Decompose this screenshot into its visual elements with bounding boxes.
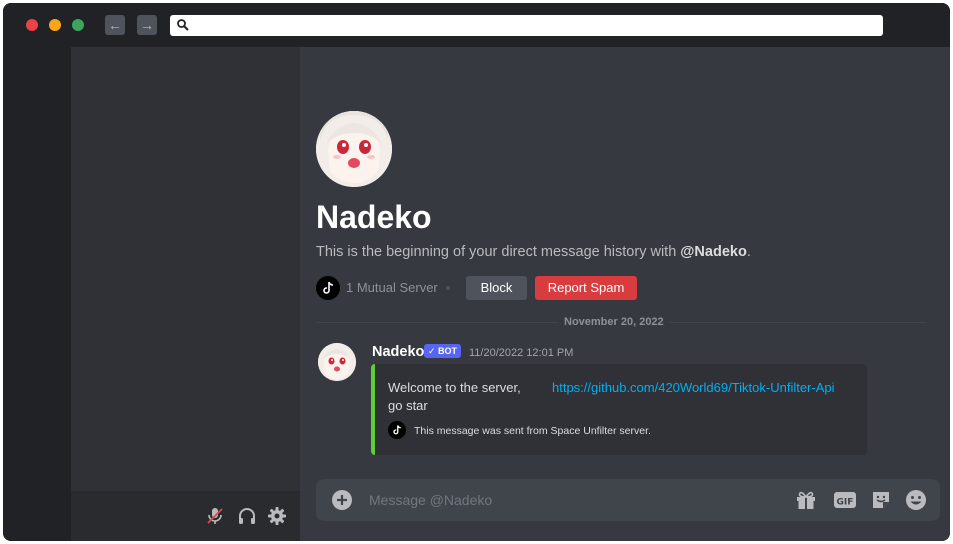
channel-sidebar <box>71 47 300 541</box>
app-window: ← → Nadeko This is the beginning of your… <box>3 3 950 541</box>
browser-titlebar: ← → <box>3 3 950 47</box>
message-author[interactable]: Nadeko <box>372 344 424 360</box>
embed-link[interactable]: https://github.com/420World69/Tiktok-Unf… <box>552 380 835 395</box>
gif-icon[interactable]: GIF <box>833 489 857 511</box>
tiktok-footer-icon <box>388 421 406 439</box>
message-composer: GIF <box>316 479 940 521</box>
emoji-icon[interactable] <box>905 489 927 511</box>
mutual-servers-link[interactable]: 1 Mutual Server <box>346 280 438 295</box>
report-spam-button[interactable]: Report Spam <box>535 276 637 300</box>
maximize-window-button[interactable] <box>72 19 84 31</box>
dm-avatar <box>316 111 392 187</box>
user-panel <box>71 491 300 541</box>
message-embed: Welcome to the server, https://github.co… <box>371 364 867 455</box>
dm-intro-prefix: This is the beginning of your direct mes… <box>316 244 681 260</box>
dm-intro-suffix: . <box>746 244 751 260</box>
bot-badge: ✓ BOT <box>424 344 462 358</box>
embed-footer: This message was sent from Space Unfilte… <box>414 425 651 437</box>
dm-title: Nadeko <box>316 199 432 235</box>
separator-dot <box>446 286 450 290</box>
embed-text-2: go star <box>388 398 428 413</box>
back-button[interactable]: ← <box>105 15 125 35</box>
address-bar[interactable] <box>170 15 883 36</box>
svg-text:GIF: GIF <box>837 498 854 508</box>
embed-text: Welcome to the server, <box>388 380 521 395</box>
message-input[interactable] <box>369 479 769 521</box>
plus-circle-icon[interactable] <box>332 490 352 510</box>
message-avatar[interactable] <box>318 343 356 381</box>
date-divider-label: November 20, 2022 <box>558 316 670 328</box>
server-list <box>3 47 71 541</box>
headphones-icon[interactable] <box>237 506 257 526</box>
forward-button[interactable]: → <box>137 15 157 35</box>
tiktok-server-icon[interactable] <box>316 276 340 300</box>
message-timestamp: 11/20/2022 12:01 PM <box>469 347 574 359</box>
sticker-icon[interactable] <box>870 489 892 511</box>
gift-icon[interactable] <box>795 489 817 511</box>
chat-area: Nadeko This is the beginning of your dir… <box>300 47 950 541</box>
minimize-window-button[interactable] <box>49 19 61 31</box>
dm-intro-mention[interactable]: @Nadeko <box>680 244 747 260</box>
dm-intro-text: This is the beginning of your direct mes… <box>316 244 751 260</box>
gear-icon[interactable] <box>267 506 287 526</box>
mic-muted-icon[interactable] <box>205 506 225 526</box>
block-button[interactable]: Block <box>466 276 527 300</box>
search-icon <box>176 18 190 32</box>
close-window-button[interactable] <box>26 19 38 31</box>
